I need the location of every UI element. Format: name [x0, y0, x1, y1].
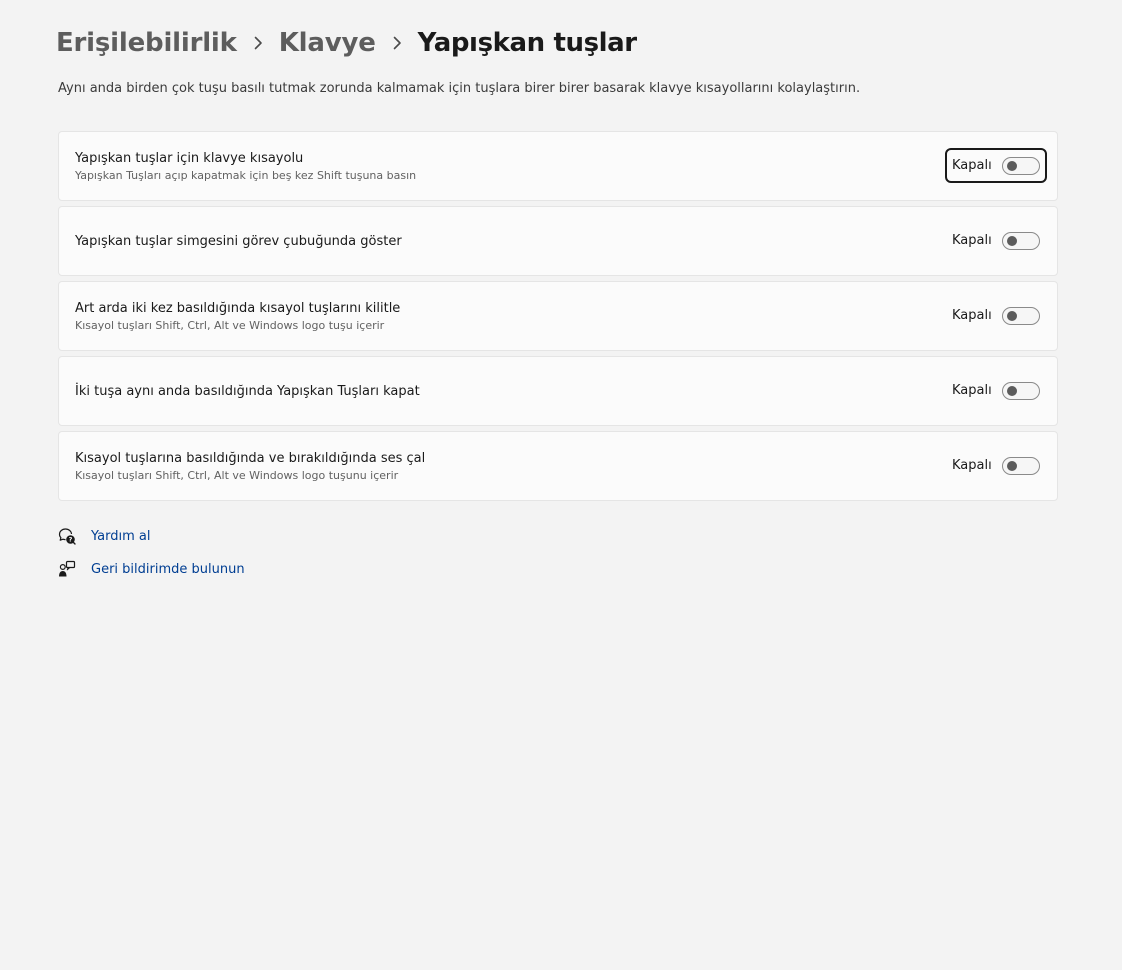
toggle-knob: [1007, 235, 1017, 246]
turn-off-two-keys-toggle[interactable]: Kapalı: [945, 373, 1047, 408]
toggle-switch[interactable]: [1002, 456, 1040, 475]
setting-card-turn-off-two-keys: İki tuşa aynı anda basıldığında Yapışkan…: [58, 356, 1058, 426]
toggle-knob: [1007, 310, 1017, 321]
setting-subtitle: Kısayol tuşları Shift, Ctrl, Alt ve Wind…: [75, 468, 399, 482]
give-feedback-row: Geri bildirimde bulunun: [58, 559, 245, 579]
toggle-state-label: Kapalı: [952, 158, 992, 173]
setting-card-sticky-keys-shortcut: Yapışkan tuşlar için klavye kısayolu Yap…: [58, 131, 1058, 201]
toggle-state-label: Kapalı: [952, 383, 992, 398]
setting-title: Kısayol tuşlarına basıldığında ve bırakı…: [75, 450, 426, 466]
breadcrumb-accessibility[interactable]: Erişilebilirlik: [56, 28, 237, 58]
toggle-switch[interactable]: [1002, 306, 1040, 325]
play-sound-toggle[interactable]: Kapalı: [945, 448, 1047, 483]
toggle-knob: [1007, 385, 1017, 396]
feedback-icon: [58, 560, 76, 578]
taskbar-icon-toggle[interactable]: Kapalı: [945, 223, 1047, 258]
breadcrumb-keyboard[interactable]: Klavye: [279, 28, 376, 58]
chevron-right-icon: [237, 22, 279, 64]
toggle-knob: [1007, 460, 1017, 471]
give-feedback-link[interactable]: Geri bildirimde bulunun: [91, 562, 245, 577]
breadcrumb: Erişilebilirlik Klavye Yapışkan tuşlar: [56, 22, 637, 64]
get-help-row: ? Yardım al: [58, 526, 245, 546]
setting-title: İki tuşa aynı anda basıldığında Yapışkan…: [75, 383, 420, 399]
settings-list: Yapışkan tuşlar için klavye kısayolu Yap…: [58, 131, 1058, 506]
toggle-state-label: Kapalı: [952, 458, 992, 473]
chevron-right-icon: [376, 22, 418, 64]
setting-title: Yapışkan tuşlar için klavye kısayolu: [75, 150, 304, 166]
toggle-state-label: Kapalı: [952, 233, 992, 248]
lock-modifier-keys-toggle[interactable]: Kapalı: [945, 298, 1047, 333]
sticky-keys-shortcut-toggle[interactable]: Kapalı: [945, 148, 1047, 183]
page-description: Aynı anda birden çok tuşu basılı tutmak …: [58, 81, 861, 96]
toggle-state-label: Kapalı: [952, 308, 992, 323]
setting-subtitle: Yapışkan Tuşları açıp kapatmak için beş …: [75, 168, 417, 182]
get-help-link[interactable]: Yardım al: [91, 529, 150, 544]
setting-title: Art arda iki kez basıldığında kısayol tu…: [75, 300, 401, 316]
toggle-switch[interactable]: [1002, 381, 1040, 400]
settings-page: Erişilebilirlik Klavye Yapışkan tuşlar A…: [0, 0, 1122, 970]
page-title: Yapışkan tuşlar: [417, 28, 637, 58]
toggle-switch[interactable]: [1002, 231, 1040, 250]
toggle-knob: [1007, 160, 1017, 171]
setting-card-taskbar-icon: Yapışkan tuşlar simgesini görev çubuğund…: [58, 206, 1058, 276]
help-links: ? Yardım al Geri bildirimde bulunun: [58, 526, 245, 592]
setting-title: Yapışkan tuşlar simgesini görev çubuğund…: [75, 233, 402, 249]
setting-subtitle: Kısayol tuşları Shift, Ctrl, Alt ve Wind…: [75, 318, 385, 332]
toggle-switch[interactable]: [1002, 156, 1040, 175]
setting-card-play-sound: Kısayol tuşlarına basıldığında ve bırakı…: [58, 431, 1058, 501]
setting-card-lock-modifier-keys: Art arda iki kez basıldığında kısayol tu…: [58, 281, 1058, 351]
help-chat-icon: ?: [58, 527, 76, 545]
svg-text:?: ?: [69, 536, 73, 544]
